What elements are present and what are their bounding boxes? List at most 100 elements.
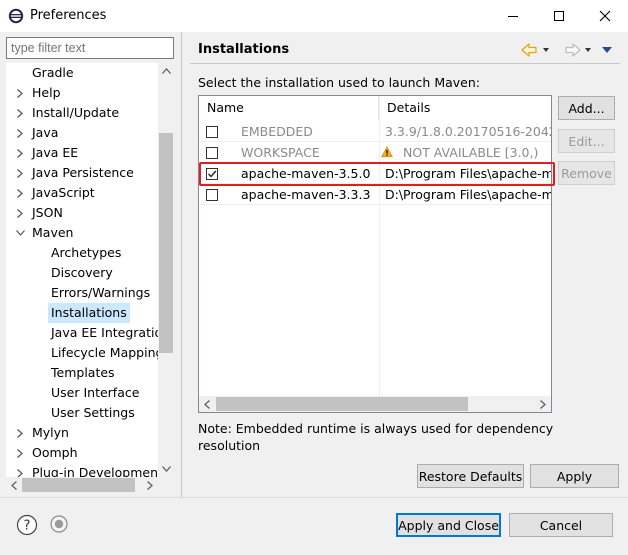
tree-item[interactable]: Errors/Warnings bbox=[6, 283, 158, 303]
apply-button[interactable]: Apply bbox=[530, 464, 619, 488]
panel-divider[interactable] bbox=[181, 32, 182, 497]
scroll-right-arrow-icon[interactable] bbox=[142, 477, 158, 493]
table-horizontal-scroll-thumb[interactable] bbox=[216, 397, 468, 411]
table-row[interactable]: apache-maven-3.3.3 D:\Program Files\apach… bbox=[199, 184, 551, 205]
scroll-left-arrow-icon[interactable] bbox=[6, 477, 22, 493]
column-header-details[interactable]: Details bbox=[379, 96, 551, 120]
scroll-up-arrow-icon[interactable] bbox=[158, 63, 174, 79]
tree-item-label: Help bbox=[32, 85, 61, 100]
warning-icon bbox=[381, 142, 395, 163]
tree-item[interactable]: User Settings bbox=[6, 403, 158, 423]
table-row[interactable]: EMBEDDED 3.3.9/1.8.0.20170516-2042 bbox=[199, 121, 551, 142]
cancel-button[interactable]: Cancel bbox=[509, 513, 613, 537]
tree-item[interactable]: JavaScript bbox=[6, 183, 158, 203]
installation-name: apache-maven-3.3.3 bbox=[241, 187, 371, 202]
installations-table: Name Details EMBEDDED 3.3.9/1.8.0.2017051… bbox=[198, 95, 552, 413]
eclipse-icon bbox=[8, 8, 24, 24]
page-navigation bbox=[518, 40, 618, 60]
tree-item[interactable]: Lifecycle Mapping bbox=[6, 343, 163, 363]
chevron-right-icon[interactable] bbox=[15, 123, 25, 143]
apply-and-close-button[interactable]: Apply and Close bbox=[396, 513, 501, 537]
tree-item-label: Archetypes bbox=[51, 245, 122, 260]
preference-tree: Gradle Help Install/Update Java Java EE Java … bbox=[6, 63, 174, 493]
tree-item[interactable]: Mylyn bbox=[6, 423, 158, 443]
maximize-icon bbox=[554, 11, 564, 21]
tree-horizontal-scroll-thumb[interactable] bbox=[22, 478, 135, 492]
chevron-down-icon[interactable] bbox=[15, 223, 25, 243]
tree-item-label: Oomph bbox=[32, 445, 78, 460]
maximize-button[interactable] bbox=[536, 0, 582, 32]
tree-item[interactable]: Installations bbox=[6, 303, 158, 323]
tree-item[interactable]: Maven bbox=[6, 223, 158, 243]
tree-item[interactable]: Oomph bbox=[6, 443, 158, 463]
svg-text:?: ? bbox=[24, 519, 31, 534]
tree-item-label: Java EE bbox=[32, 145, 79, 160]
view-menu-icon[interactable] bbox=[602, 47, 612, 53]
chevron-right-icon[interactable] bbox=[15, 183, 25, 203]
chevron-right-icon[interactable] bbox=[15, 163, 25, 183]
table-scroll-right-icon[interactable] bbox=[535, 396, 551, 412]
back-dropdown-icon[interactable] bbox=[543, 48, 549, 52]
filter-input[interactable] bbox=[6, 37, 174, 59]
tree-item-label: Java bbox=[32, 125, 59, 140]
table-row[interactable]: WORKSPACE NOT AVAILABLE [3.0,) bbox=[199, 142, 551, 163]
tree-item[interactable]: Java bbox=[6, 123, 158, 143]
back-arrow-icon[interactable] bbox=[521, 43, 537, 57]
checkbox[interactable] bbox=[206, 126, 218, 138]
add-button[interactable]: Add... bbox=[558, 96, 615, 120]
minimize-icon bbox=[508, 16, 518, 17]
tree-item-label: JSON bbox=[32, 205, 63, 220]
tree-item[interactable]: Archetypes bbox=[6, 243, 158, 263]
tree-item[interactable]: Discovery bbox=[6, 263, 158, 283]
tree-item[interactable]: User Interface bbox=[6, 383, 158, 403]
remove-button[interactable]: Remove bbox=[558, 161, 615, 185]
tree-item[interactable]: Templates bbox=[6, 363, 158, 383]
chevron-right-icon[interactable] bbox=[15, 443, 25, 463]
installation-details: 3.3.9/1.8.0.20170516-2042 bbox=[385, 124, 551, 139]
tree-item-label: Gradle bbox=[32, 65, 74, 80]
installation-name: EMBEDDED bbox=[241, 124, 313, 139]
close-button[interactable] bbox=[582, 0, 628, 32]
tree-item-label: Errors/Warnings bbox=[51, 285, 151, 300]
tree-item-label: Java EE Integration bbox=[51, 325, 171, 340]
installation-name: WORKSPACE bbox=[241, 145, 320, 160]
chevron-right-icon[interactable] bbox=[15, 203, 25, 223]
table-horizontal-scrollbar[interactable] bbox=[199, 396, 551, 412]
chevron-right-icon[interactable] bbox=[15, 103, 25, 123]
footer-separator bbox=[0, 497, 628, 498]
tree-item[interactable]: Help bbox=[6, 83, 158, 103]
column-header-name[interactable]: Name bbox=[199, 96, 379, 120]
tree-item-label: User Settings bbox=[51, 405, 135, 420]
record-button[interactable] bbox=[49, 514, 69, 534]
installation-details: NOT AVAILABLE [3.0,) bbox=[403, 145, 539, 160]
page-title: Installations bbox=[198, 42, 290, 57]
tree-item-label: Maven bbox=[32, 225, 74, 240]
chevron-right-icon[interactable] bbox=[15, 83, 25, 103]
tree-item-label: Java Persistence bbox=[32, 165, 134, 180]
selected-row-highlight bbox=[199, 162, 555, 186]
forward-dropdown-icon[interactable] bbox=[585, 48, 591, 52]
tree-item[interactable]: Install/Update bbox=[6, 103, 158, 123]
tree-item-label: Templates bbox=[51, 365, 115, 380]
tree-item[interactable]: Java EE Integration bbox=[6, 323, 170, 343]
restore-defaults-button[interactable]: Restore Defaults bbox=[417, 464, 524, 488]
record-icon bbox=[50, 515, 68, 533]
tree-item[interactable]: Java EE bbox=[6, 143, 158, 163]
tree-vertical-scroll-thumb[interactable] bbox=[159, 133, 173, 353]
forward-arrow-icon[interactable] bbox=[565, 43, 581, 57]
table-scroll-left-icon[interactable] bbox=[199, 396, 215, 412]
minimize-button[interactable] bbox=[490, 0, 536, 32]
installation-details: D:\Program Files\apache-ma bbox=[385, 187, 551, 202]
scroll-down-arrow-icon[interactable] bbox=[158, 461, 174, 477]
chevron-right-icon[interactable] bbox=[15, 143, 25, 163]
help-button[interactable]: ? bbox=[16, 514, 38, 536]
tree-item[interactable]: Gradle bbox=[6, 63, 158, 83]
checkbox[interactable] bbox=[206, 147, 218, 159]
tree-item[interactable]: Java Persistence bbox=[6, 163, 158, 183]
chevron-right-icon[interactable] bbox=[15, 423, 25, 443]
edit-button[interactable]: Edit... bbox=[558, 129, 615, 153]
tree-item[interactable]: JSON bbox=[6, 203, 158, 223]
tree-item-label: User Interface bbox=[51, 385, 140, 400]
window-title: Preferences bbox=[30, 8, 107, 23]
checkbox[interactable] bbox=[206, 189, 218, 201]
